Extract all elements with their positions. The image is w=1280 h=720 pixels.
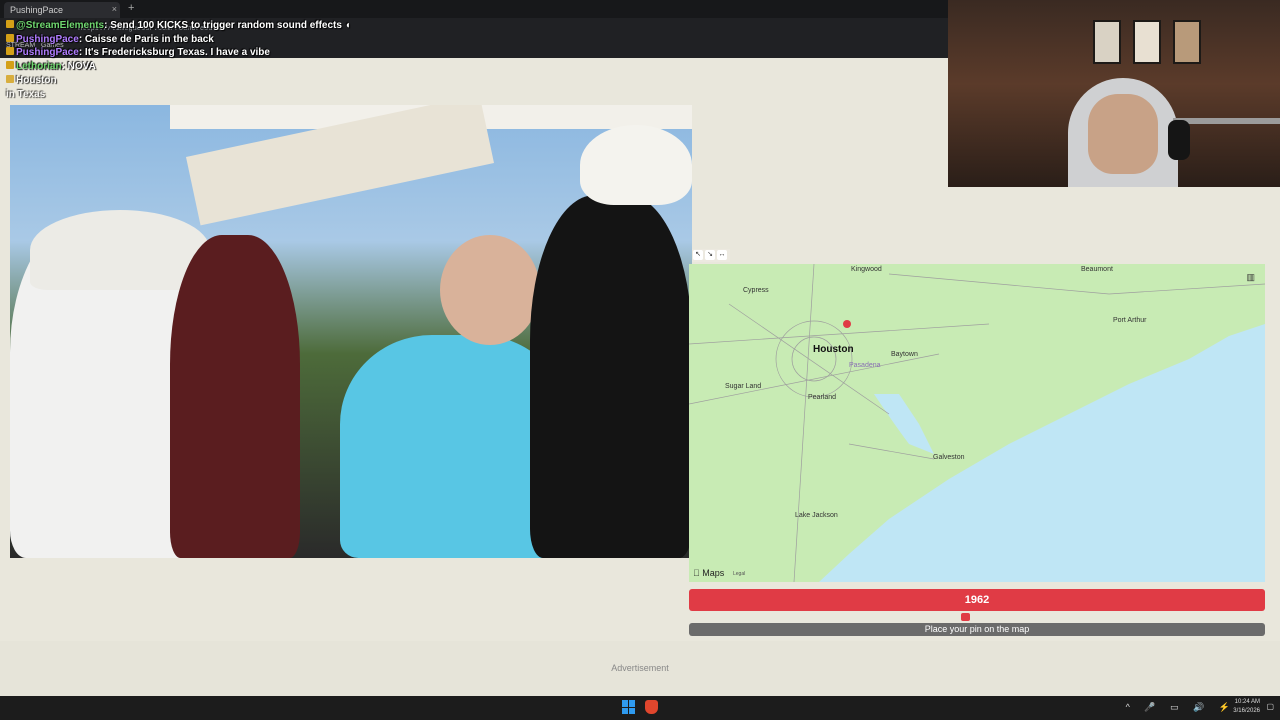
map-land [689,264,1265,582]
map-shrink-icon[interactable]: ↘ [705,250,715,260]
place-pin-button[interactable]: Place your pin on the map [689,623,1265,636]
chat-message: in Texas [6,89,45,100]
map-label: Sugar Land [725,383,762,390]
photo-woman [170,235,300,558]
map-label: Lake Jackson [795,512,838,519]
system-tray-icons[interactable]: ^ 🎤 ▭ 🔊 ⚡ [1126,702,1236,713]
browser-tab[interactable]: PushingPace × [4,2,120,18]
year-slider-thumb[interactable] [961,613,971,621]
map-expand-icon[interactable]: ↖ [693,250,703,260]
year-slider[interactable] [689,613,1265,621]
mic-arm [1173,118,1280,124]
map-logo-text: Maps [693,568,724,578]
chat-badge-icon [6,20,14,28]
map-label: Kingwood [851,266,882,273]
chat-text: in Texas [6,89,46,100]
chat-message: @StreamElements: Send 100 KICKS to trigg… [6,20,351,31]
chat-username: PushingPace [16,34,79,45]
windows-start-icon[interactable] [622,700,636,714]
wall-frame [1173,20,1201,64]
photo-officer [530,195,692,558]
map-label-main-city: Houston [813,344,854,355]
map-label: Beaumont [1081,266,1113,273]
chat-badge-icon [6,75,14,83]
tab-strip: PushingPace × + [0,0,948,18]
ad-label: Advertisement [611,663,669,673]
os-taskbar: ^ 🎤 ▭ 🔊 ⚡ 10:24 AM 3/16/2026 ▢ [0,696,1280,720]
map-canvas [689,264,1265,582]
map-label: Pearland [808,394,837,401]
wall-frame [1133,20,1161,64]
map-toolbar: ↖ ↘ ↔ [692,249,730,262]
map-label: Pasadena [849,362,881,369]
tab-close-icon[interactable]: × [112,4,117,14]
map-label: Cypress [743,287,769,294]
webcam-feed [948,0,1280,187]
map-label: Baytown [891,351,918,358]
microphone-icon [1168,120,1190,160]
chat-username: PushingPace [16,47,79,58]
chat-badge-icon [6,61,14,69]
chat-text: Send 100 KICKS to trigger random sound e… [110,20,351,31]
chat-message: PushingPace: Caisse de Paris in the back [6,34,214,45]
chat-text: NOVA [67,61,96,72]
chat-badge-icon [6,34,14,42]
map-logo:  Maps [693,568,724,578]
guess-map[interactable]: Houston Cypress Kingwood Beaumont Port A… [689,264,1265,582]
system-clock[interactable]: 10:24 AM 3/16/2026 [1233,698,1260,716]
chat-message: Lethorian: NOVA [6,61,96,72]
chat-text: It's Fredericksburg Texas. I have a vibe [84,47,270,58]
tab-title: PushingPace [10,5,64,15]
chat-message: PushingPace: It's Fredericksburg Texas. … [6,47,270,58]
map-label: Galveston [933,454,965,461]
clock-date: 3/16/2026 [1233,708,1260,714]
chat-text: Caisse de Paris in the back [84,34,214,45]
chat-username: @StreamElements [16,20,105,31]
map-marker-icon [843,320,851,328]
chat-badge-icon [6,47,14,55]
brave-browser-icon[interactable] [645,700,658,714]
photo-officer-cap [580,125,692,205]
chat-message: Houston [6,75,57,86]
streamer-face [1088,94,1158,174]
map-pin-toggle-icon[interactable]: ↔ [717,250,727,260]
round-photo [10,105,692,558]
chat-username: Lethorian [16,61,62,72]
photo-veteran-center-face [440,235,540,345]
year-display: 1962 [689,589,1265,611]
chat-text: Houston [16,75,57,86]
clock-time: 10:24 AM [1234,699,1260,705]
notification-icon[interactable]: ▢ [1266,702,1274,711]
map-legal-link[interactable]: Legal [733,571,745,577]
map-label: Port Arthur [1113,317,1147,324]
wall-frame [1093,20,1121,64]
new-tab-button[interactable]: + [128,2,134,14]
map-layers-icon[interactable]: ▥ [1246,272,1255,283]
